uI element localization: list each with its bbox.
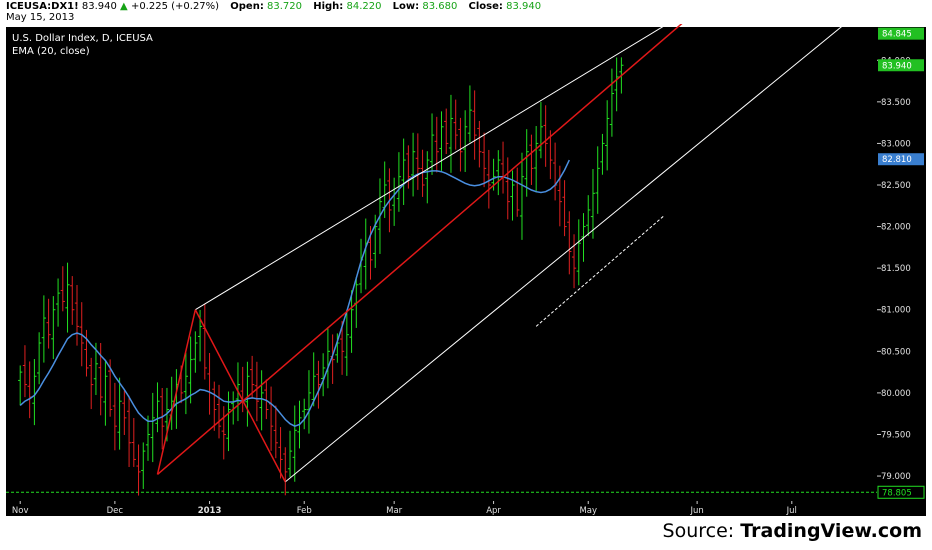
x-tick-label: May xyxy=(579,506,597,516)
symbol[interactable]: ICEUSA:DX1! xyxy=(6,1,79,12)
quote-line: ICEUSA:DX1! 83.940 ▲ +0.225 (+0.27%) Ope… xyxy=(6,1,541,12)
bar-date: May 15, 2013 xyxy=(6,12,75,23)
x-tick-label: Jun xyxy=(689,506,703,516)
source-credit: Source: TradingView.com xyxy=(663,520,922,542)
close-value: 83.940 xyxy=(506,1,542,12)
close-label: Close: xyxy=(468,1,503,12)
open-label: Open: xyxy=(230,1,264,12)
y-tick-label: 80.000 xyxy=(881,389,911,399)
x-tick-label: Dec xyxy=(107,506,124,516)
y-tick-label: 82.500 xyxy=(881,181,911,191)
high-value: 84.220 xyxy=(346,1,382,12)
y-tick-label: 79.000 xyxy=(881,472,911,482)
x-tick-label: Nov xyxy=(12,506,29,516)
y-tick-label: 83.000 xyxy=(881,139,911,149)
y-tick-label: 81.000 xyxy=(881,306,911,316)
y-tick-label: 80.500 xyxy=(881,347,911,357)
axis-tag-label: 84.845 xyxy=(882,30,912,40)
y-tick-label: 82.000 xyxy=(881,223,911,233)
x-tick-label: 2013 xyxy=(198,506,222,516)
chart-header: ICEUSA:DX1! 83.940 ▲ +0.225 (+0.27%) Ope… xyxy=(0,0,932,24)
price-chart[interactable]: 79.000 79.500 80.000 80.500 81.000 81.500 82.0… xyxy=(0,24,932,516)
x-tick-label: Mar xyxy=(386,506,403,516)
open-value: 83.720 xyxy=(267,1,303,12)
y-tick-label: 79.500 xyxy=(881,430,911,440)
source-brand[interactable]: TradingView.com xyxy=(740,520,922,542)
legend-title: U.S. Dollar Index, D, ICEUSA xyxy=(12,33,153,44)
low-label: Low: xyxy=(392,1,420,12)
axis-tag-label: 78.805 xyxy=(882,488,912,498)
low-value: 83.680 xyxy=(422,1,458,12)
axis-tag-price: 83.940 xyxy=(878,59,924,72)
last-price: 83.940 xyxy=(81,1,117,12)
high-label: High: xyxy=(313,1,344,12)
x-tick-label: Jul xyxy=(786,506,797,516)
source-prefix: Source: xyxy=(662,520,741,542)
axis-tag-support: 78.805 xyxy=(877,485,925,499)
axis-tag-label: 82.810 xyxy=(882,155,912,165)
date-line: May 15, 2013 xyxy=(6,12,74,23)
y-tick-label: 81.500 xyxy=(881,264,911,274)
plot-area[interactable] xyxy=(6,27,877,501)
axis-tag-label: 83.940 xyxy=(882,61,912,71)
axis-tag-trendline: 84.845 xyxy=(878,27,924,40)
x-tick-label: Feb xyxy=(297,506,312,516)
price-change: +0.225 (+0.27%) xyxy=(130,1,220,12)
axis-tag-ema: 82.810 xyxy=(878,153,924,166)
y-tick-label: 83.500 xyxy=(881,98,911,108)
x-tick-label: Apr xyxy=(486,506,501,516)
legend-indicator[interactable]: EMA (20, close) xyxy=(12,46,90,57)
change-arrow-icon: ▲ xyxy=(120,1,128,12)
